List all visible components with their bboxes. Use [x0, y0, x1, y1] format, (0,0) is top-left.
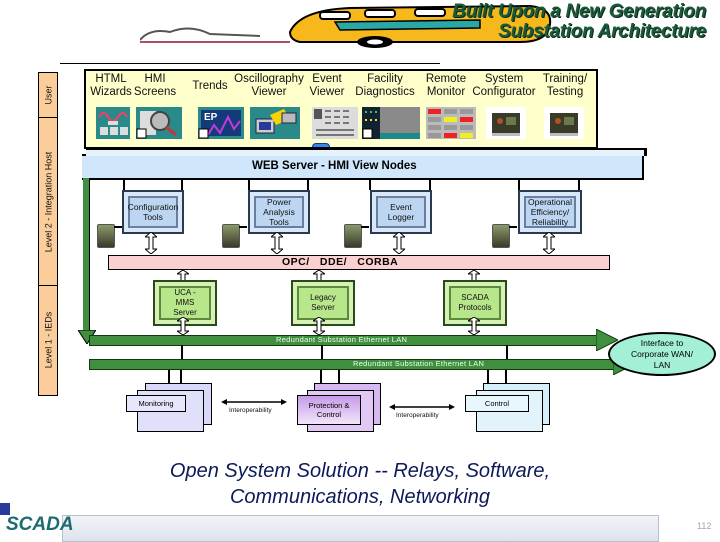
app-remote-monitor[interactable]: Remote Monitor: [422, 73, 470, 99]
level-user: User: [39, 73, 57, 118]
interoperability-arrow-icon: [389, 404, 455, 410]
relay-device-icon: [492, 224, 510, 248]
title-line-1: Built Upon a New Generation: [452, 1, 706, 22]
arrow-left: [114, 226, 122, 228]
ied-monitoring[interactable]: Monitoring: [126, 395, 186, 412]
relay-device-icon: [344, 224, 362, 248]
oscillography-viewer-icon[interactable]: [250, 107, 300, 139]
footer-brand: SCADA: [6, 514, 74, 535]
configuration-tools-box[interactable]: Configuration Tools: [122, 190, 184, 234]
level-1-ieds: Level 1 - IEDs: [43, 311, 53, 369]
slogan: Open System Solution -- Relays, Software…: [60, 458, 660, 510]
level-sidebar: User Level 2 - Integration Host Level 1 …: [38, 72, 58, 396]
trends-icon[interactable]: EP: [198, 107, 244, 139]
web-server-bar: WEB Server - HMI View Nodes: [82, 154, 644, 180]
green-uplink-line: [83, 178, 90, 336]
app-hmi-screens[interactable]: HMI Screens: [130, 73, 180, 99]
relay-device-icon: [97, 224, 115, 248]
bidirectional-arrow-icon: [177, 317, 189, 335]
event-logger-box[interactable]: Event Logger: [370, 190, 432, 234]
interoperability-label: Interoperability: [396, 412, 439, 419]
lan-primary-label: Redundant Substation Ethernet LAN: [276, 335, 408, 344]
bidirectional-arrow-icon: [145, 232, 157, 254]
user-applications-panel: HTML Wizards HMI Screens Trends Oscillogra…: [84, 69, 598, 149]
slogan-line-1: Open System Solution -- Relays, Software…: [169, 460, 551, 482]
bidirectional-arrow-icon: [271, 232, 283, 254]
lan-secondary-label: Redundant Substation Ethernet LAN: [353, 359, 485, 368]
bidirectional-arrow-icon: [313, 317, 325, 335]
facility-diagnostics-icon[interactable]: [362, 107, 420, 139]
remote-monitor-icon[interactable]: [426, 107, 476, 139]
ied-control[interactable]: Control: [465, 395, 529, 412]
app-training-testing[interactable]: Training/Testing: [538, 73, 592, 99]
interoperability-arrow-icon: [221, 399, 287, 405]
corporate-wan-interface[interactable]: Interface to Corporate WAN/ LAN: [608, 332, 716, 376]
slogan-line-2: Communications, Networking: [229, 486, 491, 508]
title-line-2: Substation Architecture: [498, 21, 706, 42]
ied-protection-control[interactable]: Protection & Control: [297, 395, 361, 425]
relay-device-icon: [222, 224, 240, 248]
footer-banner: [62, 515, 659, 542]
event-viewer-icon[interactable]: [312, 107, 358, 139]
page-number: 112: [697, 521, 712, 531]
middleware-label: OPC/ DDE/ CORBA: [282, 256, 399, 268]
html-wizard-icon[interactable]: [96, 107, 130, 139]
app-facility-diagnostics[interactable]: Facility Diagnostics: [350, 73, 420, 99]
training-testing-icon[interactable]: [544, 107, 584, 139]
bidirectional-arrow-icon: [543, 232, 555, 254]
bidirectional-arrow-icon: [393, 232, 405, 254]
level-2-integration-host: Level 2 - Integration Host: [39, 118, 57, 286]
power-analysis-tools-box[interactable]: Power Analysis Tools: [248, 190, 310, 234]
web-server-bar-top: [86, 148, 647, 156]
operational-efficiency-box[interactable]: Operational Efficiency/ Reliability: [518, 190, 582, 234]
header-divider: [60, 63, 440, 64]
web-server-label: WEB Server - HMI View Nodes: [252, 160, 417, 172]
hmi-screens-icon[interactable]: [136, 107, 182, 139]
system-configurator-icon[interactable]: [486, 107, 526, 139]
svg-text:EP: EP: [204, 112, 218, 123]
interoperability-label: Interoperability: [229, 407, 272, 414]
app-system-configurator[interactable]: System Configurator: [472, 73, 536, 99]
app-event-viewer[interactable]: Event Viewer: [304, 73, 350, 99]
page-title: Built Upon a New Generation Substation A…: [452, 2, 706, 42]
bidirectional-arrow-icon: [468, 317, 480, 335]
app-oscillography-viewer[interactable]: Oscillography Viewer: [228, 73, 310, 99]
app-trends[interactable]: Trends: [190, 80, 230, 93]
app-html-wizards[interactable]: HTML Wizards: [90, 73, 132, 99]
